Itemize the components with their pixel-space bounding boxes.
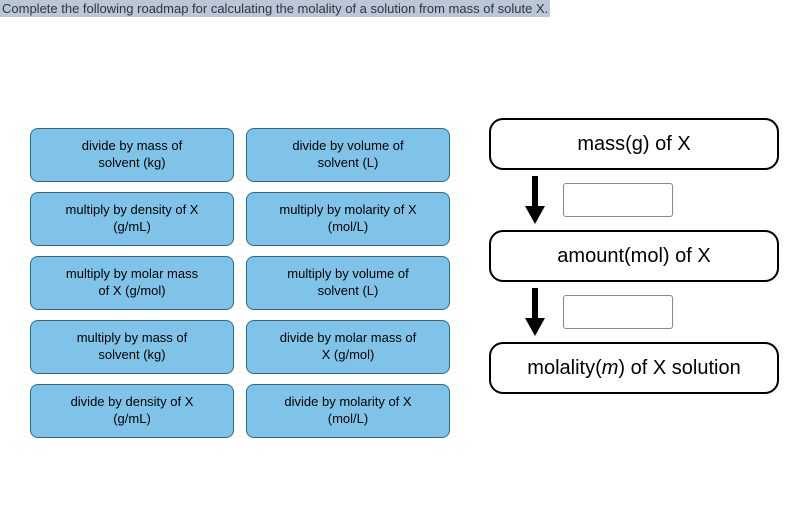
option-label: solvent (kg) xyxy=(39,347,225,364)
option-label: (g/mL) xyxy=(39,411,225,428)
content-area: divide by mass of solvent (kg) divide by… xyxy=(0,18,808,438)
option-divide-density[interactable]: divide by density of X (g/mL) xyxy=(30,384,234,438)
flow-step-label: amount(mol) of X xyxy=(557,245,710,268)
arrow-down-icon xyxy=(525,288,545,336)
option-multiply-mass-solvent[interactable]: multiply by mass of solvent (kg) xyxy=(30,320,234,374)
option-multiply-density[interactable]: multiply by density of X (g/mL) xyxy=(30,192,234,246)
flow-arrow-row-2 xyxy=(489,288,779,336)
option-divide-molarity[interactable]: divide by molarity of X (mol/L) xyxy=(246,384,450,438)
option-multiply-molar-mass[interactable]: multiply by molar mass of X (g/mol) xyxy=(30,256,234,310)
flow-step-label: mass(g) of X xyxy=(577,133,690,156)
option-label: (mol/L) xyxy=(255,219,441,236)
option-multiply-molarity[interactable]: multiply by molarity of X (mol/L) xyxy=(246,192,450,246)
option-label: divide by volume of xyxy=(255,138,441,155)
option-label: divide by density of X xyxy=(39,394,225,411)
instruction-text: Complete the following roadmap for calcu… xyxy=(0,0,550,17)
option-label: divide by molar mass of xyxy=(255,330,441,347)
drop-slot-2[interactable] xyxy=(563,295,673,329)
options-palette: divide by mass of solvent (kg) divide by… xyxy=(30,128,450,438)
option-label: multiply by mass of xyxy=(39,330,225,347)
flow-step-amount: amount(mol) of X xyxy=(489,230,779,282)
flow-arrow-row-1 xyxy=(489,176,779,224)
option-divide-mass-solvent[interactable]: divide by mass of solvent (kg) xyxy=(30,128,234,182)
option-divide-molar-mass[interactable]: divide by molar mass of X (g/mol) xyxy=(246,320,450,374)
option-label: multiply by molar mass xyxy=(39,266,225,283)
option-label: solvent (L) xyxy=(255,283,441,300)
option-divide-volume-solvent[interactable]: divide by volume of solvent (L) xyxy=(246,128,450,182)
option-label: multiply by density of X xyxy=(39,202,225,219)
option-multiply-volume-solvent[interactable]: multiply by volume of solvent (L) xyxy=(246,256,450,310)
arrow-down-icon xyxy=(525,176,545,224)
flow-step-mass: mass(g) of X xyxy=(489,118,779,170)
option-label: (mol/L) xyxy=(255,411,441,428)
flow-step-label: molality(m) of X solution xyxy=(527,357,740,380)
option-label: of X (g/mol) xyxy=(39,283,225,300)
option-label: solvent (L) xyxy=(255,155,441,172)
flow-step-molality: molality(m) of X solution xyxy=(489,342,779,394)
option-label: (g/mL) xyxy=(39,219,225,236)
option-label: multiply by volume of xyxy=(255,266,441,283)
option-label: solvent (kg) xyxy=(39,155,225,172)
option-label: X (g/mol) xyxy=(255,347,441,364)
option-label: divide by molarity of X xyxy=(255,394,441,411)
option-label: divide by mass of xyxy=(39,138,225,155)
option-label: multiply by molarity of X xyxy=(255,202,441,219)
flow-diagram: mass(g) of X amount(mol) of X molality(m… xyxy=(480,118,788,438)
drop-slot-1[interactable] xyxy=(563,183,673,217)
